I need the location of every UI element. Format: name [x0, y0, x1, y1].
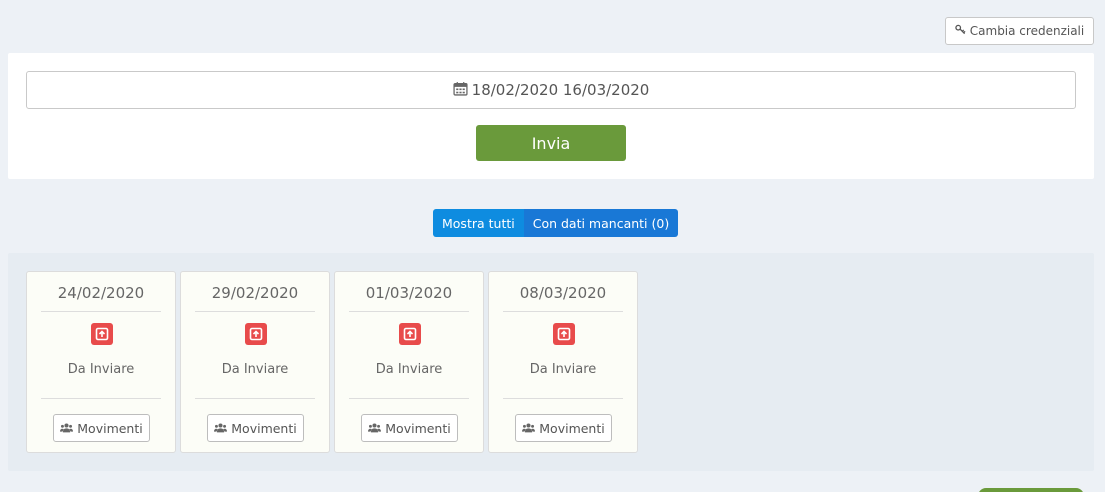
- movements-button[interactable]: Movimenti: [361, 414, 458, 442]
- change-credentials-label: Cambia credenziali: [969, 24, 1085, 38]
- card-date: 01/03/2020: [365, 284, 453, 302]
- upload-icon: [553, 323, 575, 345]
- card-status: Da Inviare: [375, 362, 443, 377]
- key-icon: [955, 24, 966, 38]
- card-divider: [503, 398, 623, 399]
- card-status: Da Inviare: [67, 362, 135, 377]
- card-date: 29/02/2020: [211, 284, 299, 302]
- date-range-value: 18/02/2020 16/03/2020: [471, 81, 650, 99]
- upload-icon: [91, 323, 113, 345]
- users-icon: [368, 421, 382, 436]
- day-card: 29/02/2020 Da Inviare Movimenti: [180, 271, 330, 453]
- card-divider: [503, 311, 623, 312]
- users-icon: [60, 421, 74, 436]
- filter-panel: 18/02/2020 16/03/2020 Invia: [8, 53, 1094, 179]
- movements-button[interactable]: Movimenti: [53, 414, 150, 442]
- card-date: 08/03/2020: [519, 284, 607, 302]
- movements-label: Movimenti: [539, 420, 605, 436]
- calendar-icon: [453, 81, 468, 100]
- movements-label: Movimenti: [385, 420, 451, 436]
- card-status: Da Inviare: [529, 362, 597, 377]
- filter-toggle-group: Mostra tutti Con dati mancanti (0): [433, 209, 679, 237]
- day-card: 24/02/2020 Da Inviare Movimenti: [26, 271, 176, 453]
- day-card: 08/03/2020 Da Inviare Movimenti: [488, 271, 638, 453]
- upload-icon: [399, 323, 421, 345]
- card-status: Da Inviare: [221, 362, 289, 377]
- change-credentials-button[interactable]: Cambia credenziali: [945, 17, 1094, 45]
- date-range-input[interactable]: 18/02/2020 16/03/2020: [26, 71, 1076, 109]
- card-divider: [195, 311, 315, 312]
- card-date: 24/02/2020: [57, 284, 145, 302]
- card-divider: [195, 398, 315, 399]
- upload-icon: [245, 323, 267, 345]
- day-card: 01/03/2020 Da Inviare Movimenti: [334, 271, 484, 453]
- card-divider: [349, 398, 469, 399]
- card-divider: [41, 311, 161, 312]
- cards-panel: 24/02/2020 Da Inviare Movimenti 29/02/20…: [8, 253, 1094, 471]
- movements-label: Movimenti: [231, 420, 297, 436]
- card-divider: [41, 398, 161, 399]
- movements-label: Movimenti: [77, 420, 143, 436]
- card-divider: [349, 311, 469, 312]
- users-icon: [522, 421, 536, 436]
- users-icon: [214, 421, 228, 436]
- bottom-action-button[interactable]: [978, 488, 1084, 492]
- movements-button[interactable]: Movimenti: [207, 414, 304, 442]
- missing-data-button[interactable]: Con dati mancanti (0): [523, 209, 679, 237]
- movements-button[interactable]: Movimenti: [515, 414, 612, 442]
- submit-button[interactable]: Invia: [476, 125, 626, 161]
- show-all-button[interactable]: Mostra tutti: [433, 209, 524, 237]
